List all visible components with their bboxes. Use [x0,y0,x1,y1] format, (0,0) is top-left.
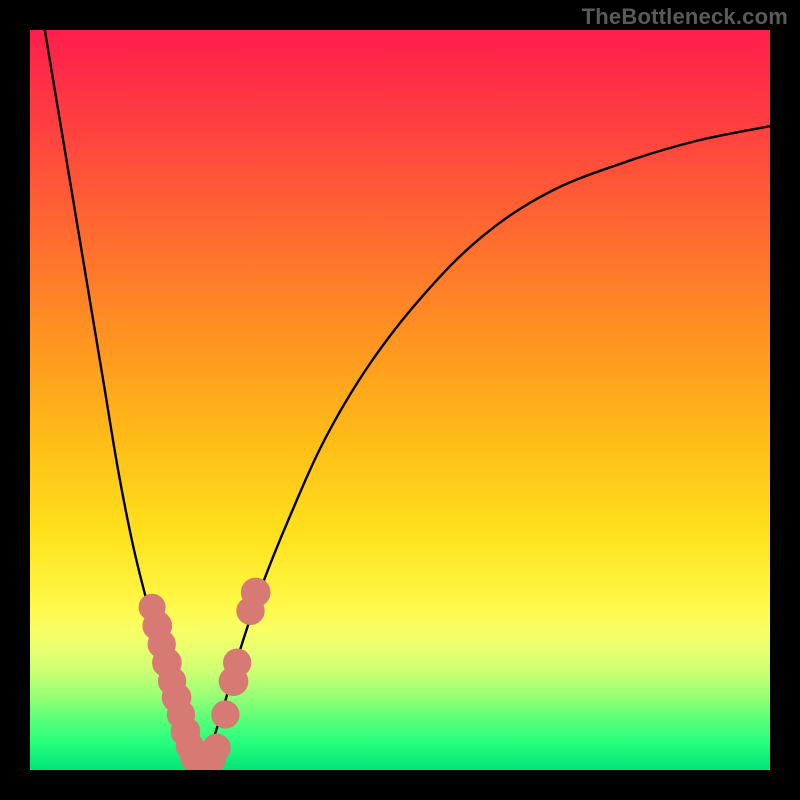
data-marker [224,649,251,676]
chart-frame: TheBottleneck.com [0,0,800,800]
chart-overlay [30,30,770,770]
data-markers [139,578,270,770]
data-marker [241,578,270,607]
data-marker [203,734,230,761]
plot-area [30,30,770,770]
curve-right [200,126,770,770]
watermark-text: TheBottleneck.com [582,4,788,30]
data-marker [212,701,239,728]
